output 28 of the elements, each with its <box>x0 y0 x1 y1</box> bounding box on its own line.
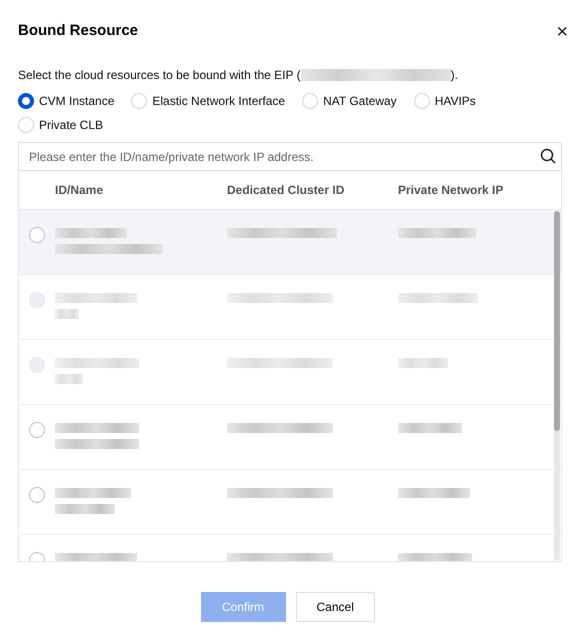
redacted-text <box>55 504 115 514</box>
table-row[interactable] <box>19 210 561 275</box>
radio-button[interactable] <box>29 487 45 503</box>
search-field[interactable]: Please enter the ID/name/private network IP address. <box>18 142 562 171</box>
search-icon[interactable] <box>540 148 556 164</box>
dialog-title: Bound Resource <box>18 21 138 42</box>
redacted-text <box>55 309 79 319</box>
redacted-text <box>398 423 462 433</box>
scrollbar[interactable] <box>554 211 560 561</box>
radio-button[interactable] <box>29 422 45 438</box>
redacted-text <box>398 358 448 368</box>
redacted-text <box>55 374 83 384</box>
redacted-text <box>55 228 127 238</box>
radio-button[interactable] <box>18 93 34 109</box>
close-button[interactable]: × <box>556 22 568 42</box>
radio-button[interactable] <box>29 227 45 243</box>
column-header: ID/Name <box>55 183 104 197</box>
intro-text: ). <box>450 67 458 84</box>
redacted-text <box>398 488 470 498</box>
radio-option[interactable]: CVM Instance <box>18 89 114 113</box>
radio-option[interactable]: NAT Gateway <box>302 89 397 113</box>
column-header: Dedicated Cluster ID <box>227 183 344 197</box>
radio-option[interactable]: HAVIPs <box>414 89 476 113</box>
radio-option[interactable]: Elastic Network Interface <box>131 89 286 113</box>
radio-option[interactable]: Private CLB <box>18 113 104 137</box>
column-header: Private Network IP <box>398 183 504 197</box>
intro-text: Select the cloud resources to be bound with the EIP ( <box>18 67 301 84</box>
cancel-button[interactable]: Cancel <box>296 592 374 622</box>
